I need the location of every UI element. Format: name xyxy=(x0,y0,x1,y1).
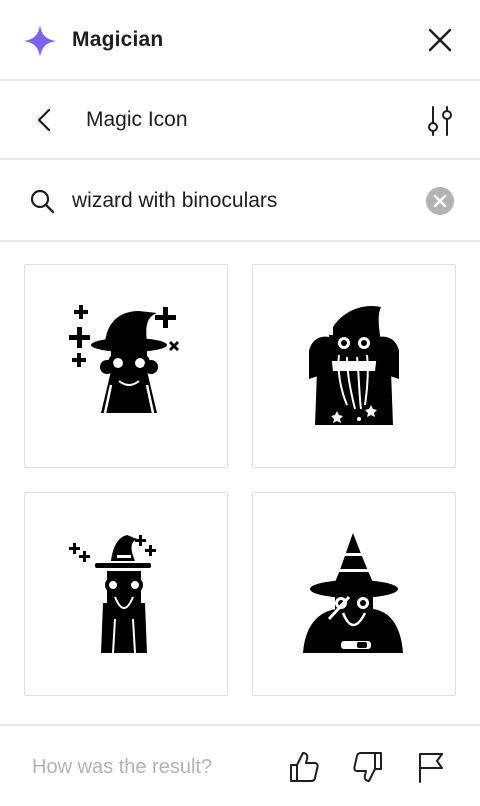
app-title: Magician xyxy=(72,28,164,51)
wizard-telescope-icon xyxy=(303,533,403,653)
wizard-binoculars-sparkles-icon xyxy=(69,305,179,414)
app-header: Magician xyxy=(0,0,480,81)
clear-search-icon[interactable] xyxy=(426,187,454,215)
search-input[interactable] xyxy=(72,184,412,218)
result-card-3[interactable] xyxy=(24,492,228,696)
plugin-nav-bar: Magic Icon xyxy=(0,81,480,160)
results-grid xyxy=(24,264,456,696)
feedback-question: How was the result? xyxy=(32,756,213,778)
back-chevron-icon[interactable] xyxy=(30,105,60,135)
result-card-4[interactable] xyxy=(252,492,456,696)
wizard-small-binoculars-icon xyxy=(69,535,156,654)
search-icon xyxy=(30,189,55,214)
thumbs-up-icon[interactable] xyxy=(287,750,321,784)
sparkle-logo-icon xyxy=(24,25,56,57)
thumbs-down-icon[interactable] xyxy=(351,750,385,784)
wizard-binoculars-beard-stars-icon xyxy=(309,305,399,425)
search-bar xyxy=(0,160,480,242)
result-card-2[interactable] xyxy=(252,264,456,468)
feedback-footer: How was the result? xyxy=(0,724,480,806)
close-icon[interactable] xyxy=(424,24,456,56)
settings-sliders-icon[interactable] xyxy=(422,103,458,139)
flag-icon[interactable] xyxy=(414,750,448,784)
result-card-1[interactable] xyxy=(24,264,228,468)
page-title: Magic Icon xyxy=(86,108,188,131)
